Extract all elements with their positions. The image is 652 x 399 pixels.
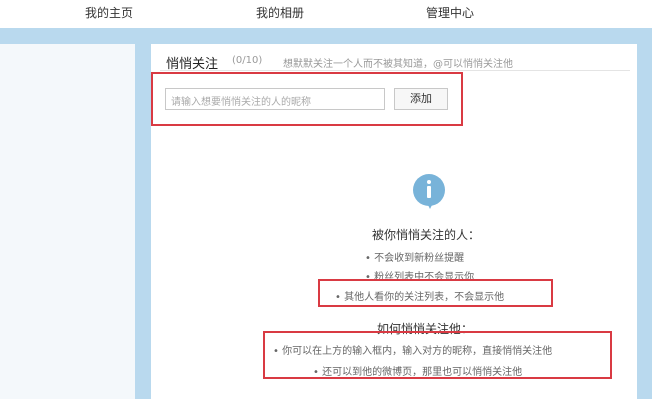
nav-management-center[interactable]: 管理中心	[426, 4, 474, 21]
section-hint: 想默默关注一个人而不被其知道，@可以悄悄关注他	[283, 59, 513, 70]
info-item-3-text: 其他人看你的关注列表，不会显示他	[344, 292, 505, 303]
title-divider	[160, 70, 630, 71]
add-button[interactable]: 添加	[394, 88, 448, 110]
header-band	[0, 28, 652, 44]
left-border-stripe	[135, 44, 151, 399]
nav-my-album[interactable]: 我的相册	[256, 4, 304, 21]
how-item-1-text: 你可以在上方的输入框内，输入对方的昵称，直接悄悄关注他	[282, 346, 553, 357]
info-heading-followed: 被你悄悄关注的人：	[372, 228, 481, 242]
how-item-2-text: 还可以到他的微博页，那里也可以悄悄关注他	[322, 367, 523, 378]
top-navigation: 我的主页 我的相册 管理中心	[0, 0, 652, 26]
how-item-1: • 你可以在上方的输入框内，输入对方的昵称，直接悄悄关注他	[273, 346, 553, 357]
info-item-1-text: 不会收到新粉丝提醒	[374, 253, 465, 264]
info-item-1: • 不会收到新粉丝提醒	[365, 253, 465, 264]
right-border-stripe	[637, 44, 652, 399]
nickname-input[interactable]: 请输入想要悄悄关注的人的昵称	[165, 88, 385, 110]
info-item-3: • 其他人看你的关注列表，不会显示他	[335, 292, 505, 303]
nav-my-home[interactable]: 我的主页	[85, 4, 133, 21]
how-item-2: • 还可以到他的微博页，那里也可以悄悄关注他	[313, 367, 523, 378]
follow-count: (0/10)	[232, 55, 263, 66]
info-icon-tail	[427, 203, 433, 209]
left-sidebar	[0, 44, 135, 399]
info-icon	[413, 174, 445, 206]
